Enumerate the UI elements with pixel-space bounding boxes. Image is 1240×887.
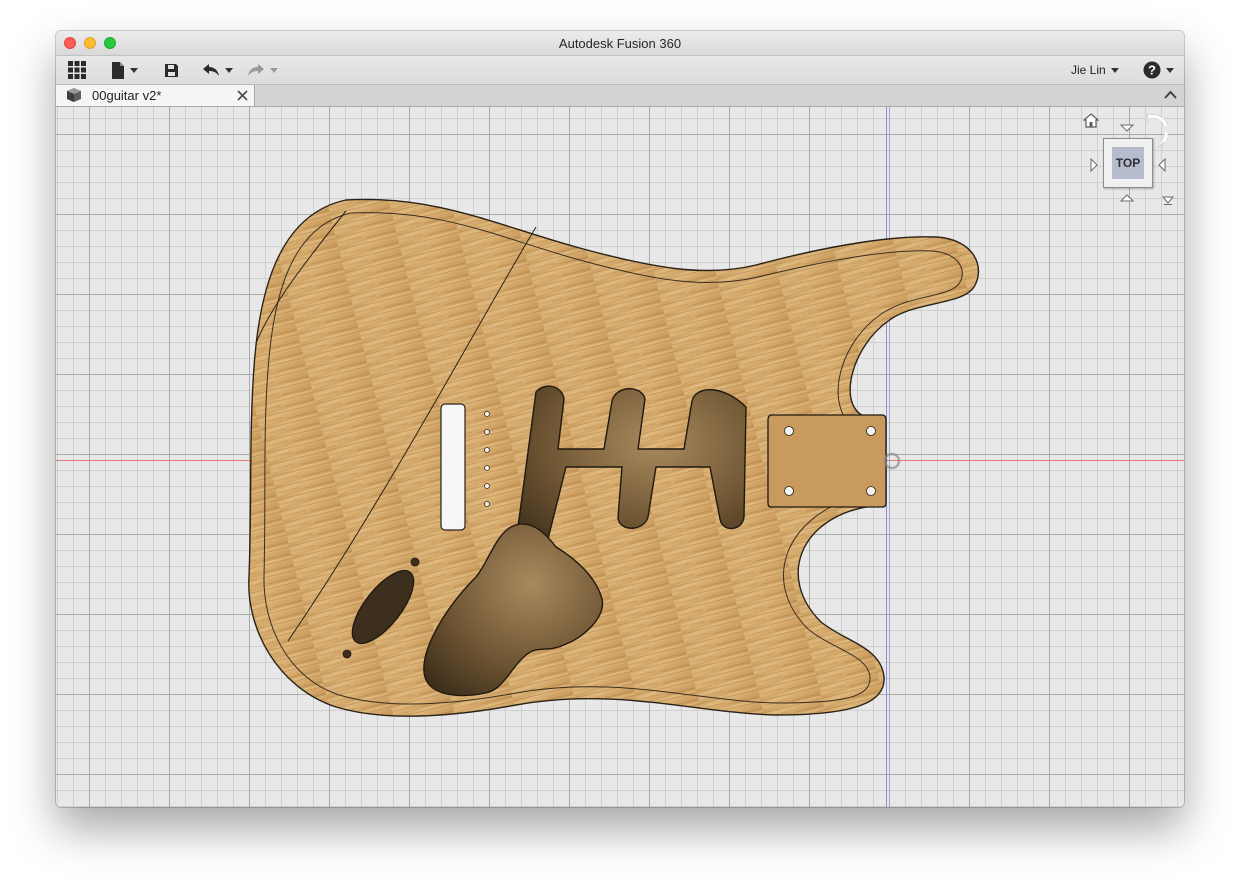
arrow-up-icon[interactable]	[1120, 194, 1134, 202]
svg-text:?: ?	[1148, 63, 1156, 78]
collapse-chevron-icon[interactable]	[1164, 90, 1177, 99]
arrow-left-icon[interactable]	[1158, 158, 1166, 172]
toolbar: Jie Lin ?	[56, 56, 1184, 85]
file-menu-button[interactable]	[111, 59, 138, 81]
design-canvas[interactable]: TOP	[56, 107, 1184, 807]
pickup-slot	[440, 403, 466, 531]
title-bar: Autodesk Fusion 360	[56, 31, 1184, 56]
chevron-down-icon	[1166, 67, 1174, 73]
chevron-down-icon	[225, 67, 233, 73]
chevron-down-icon	[1110, 67, 1119, 73]
app-window: Autodesk Fusion 360 Jie Lin ? 00guitar v…	[56, 31, 1184, 807]
arrow-right-icon[interactable]	[1090, 158, 1098, 172]
user-menu-button[interactable]: Jie Lin	[1071, 59, 1119, 81]
tab-label: 00guitar v2*	[92, 88, 162, 103]
viewcube-face-top[interactable]: TOP	[1103, 138, 1153, 188]
viewcube-face-label: TOP	[1112, 147, 1144, 179]
origin-marker	[883, 452, 901, 470]
tab-00guitar[interactable]: 00guitar v2*	[56, 85, 255, 106]
chevron-down-icon	[130, 67, 138, 73]
jack-hole	[342, 649, 352, 659]
guitar-body-model[interactable]	[56, 107, 1184, 807]
window-title: Autodesk Fusion 360	[558, 36, 682, 51]
save-button[interactable]	[164, 59, 179, 81]
user-name: Jie Lin	[1071, 63, 1106, 77]
document-tab-bar: 00guitar v2*	[56, 85, 1184, 107]
redo-button[interactable]	[247, 59, 278, 81]
viewcube[interactable]: TOP	[1082, 110, 1178, 210]
component-icon	[67, 88, 81, 102]
grid-icon	[68, 61, 86, 79]
data-panel-button[interactable]	[67, 59, 87, 81]
file-icon	[112, 61, 124, 79]
viewcube-menu-icon[interactable]	[1162, 196, 1174, 206]
help-button[interactable]: ?	[1143, 59, 1174, 81]
undo-icon	[203, 64, 219, 76]
home-icon[interactable]	[1083, 113, 1099, 128]
save-icon	[165, 63, 178, 77]
help-icon: ?	[1143, 61, 1161, 79]
chevron-down-icon	[270, 67, 278, 73]
redo-icon	[248, 64, 264, 76]
close-icon[interactable]	[237, 90, 248, 101]
undo-button[interactable]	[202, 59, 233, 81]
arrow-down-icon[interactable]	[1120, 124, 1134, 132]
jack-hole	[410, 557, 420, 567]
